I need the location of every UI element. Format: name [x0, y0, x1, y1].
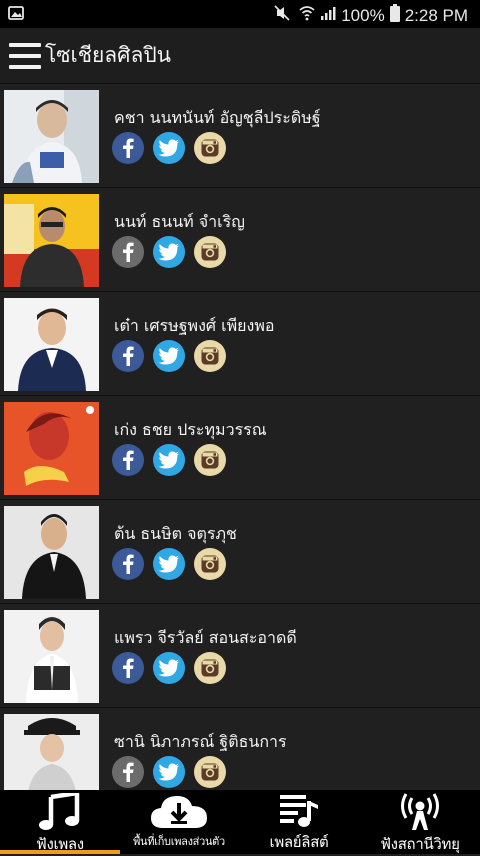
music-note-icon	[37, 793, 83, 831]
nav-personal-storage[interactable]: พื้นที่เก็บเพลงส่วนตัว	[120, 790, 238, 854]
instagram-button[interactable]	[194, 548, 226, 580]
twitter-button[interactable]	[153, 236, 185, 268]
twitter-icon	[158, 659, 179, 677]
instagram-icon	[201, 451, 219, 469]
facebook-icon	[123, 346, 134, 366]
facebook-icon	[123, 658, 134, 678]
twitter-icon	[158, 763, 179, 781]
artist-row[interactable]: คชา นนทนันท์ อัญชุลีประดิษฐ์	[0, 84, 480, 188]
facebook-icon	[123, 242, 134, 262]
twitter-button[interactable]	[153, 132, 185, 164]
facebook-button[interactable]	[112, 756, 144, 788]
artist-name: คชา นนทนันท์ อัญชุลีประดิษฐ์	[114, 108, 321, 127]
twitter-icon	[158, 243, 179, 261]
artist-photo	[4, 90, 99, 183]
artist-name: แพรว จีรวัลย์ สอนสะอาดดี	[114, 628, 297, 647]
facebook-icon	[123, 554, 134, 574]
battery-percent: 100%	[341, 5, 385, 25]
twitter-icon	[158, 555, 179, 573]
instagram-icon	[201, 347, 219, 365]
instagram-button[interactable]	[194, 444, 226, 476]
twitter-button[interactable]	[153, 340, 185, 372]
artist-row[interactable]: เต๋า เศรษฐพงศ์ เพียงพอ	[0, 292, 480, 396]
artist-name: เก่ง ธชย ประทุมวรรณ	[114, 420, 267, 439]
facebook-button[interactable]	[112, 548, 144, 580]
artist-photo	[4, 298, 99, 391]
nav-listen-music[interactable]: ฟังเพลง	[0, 790, 120, 854]
artist-name: ต้น ธนษิต จตุรภุช	[114, 524, 237, 543]
playlist-icon	[279, 793, 319, 829]
signal-icon	[320, 5, 336, 26]
artist-row[interactable]: แพรว จีรวัลย์ สอนสะอาดดี	[0, 604, 480, 708]
facebook-button[interactable]	[112, 340, 144, 372]
facebook-icon	[123, 138, 134, 158]
radio-tower-icon	[400, 793, 440, 831]
artist-name: เต๋า เศรษฐพงศ์ เพียงพอ	[114, 316, 275, 335]
facebook-button[interactable]	[112, 652, 144, 684]
gallery-notification-icon	[8, 5, 24, 26]
artist-row[interactable]: นนท์ ธนนท์ จำเริญ	[0, 188, 480, 292]
instagram-button[interactable]	[194, 652, 226, 684]
artist-name: นนท์ ธนนท์ จำเริญ	[114, 212, 245, 231]
artist-photo	[4, 714, 99, 790]
nav-label: พื้นที่เก็บเพลงส่วนตัว	[133, 835, 225, 848]
app-bar: โซเชียลศิลปิน	[0, 28, 480, 84]
twitter-icon	[158, 347, 179, 365]
twitter-button[interactable]	[153, 652, 185, 684]
instagram-icon	[201, 139, 219, 157]
nav-label: ฟังเพลง	[36, 835, 84, 853]
instagram-button[interactable]	[194, 756, 226, 788]
artist-photo	[4, 610, 99, 703]
facebook-button[interactable]	[112, 444, 144, 476]
twitter-icon	[158, 139, 179, 157]
battery-icon	[389, 4, 400, 27]
nav-radio-station[interactable]: ฟังสถานีวิทยุ	[360, 790, 480, 854]
mute-icon	[274, 5, 294, 26]
instagram-icon	[201, 659, 219, 677]
cloud-download-icon	[149, 793, 209, 831]
facebook-button[interactable]	[112, 132, 144, 164]
status-bar: 100% 2:28 PM	[0, 0, 480, 28]
page-title: โซเชียลศิลปิน	[45, 43, 172, 67]
facebook-icon	[123, 762, 134, 782]
instagram-icon	[201, 555, 219, 573]
twitter-button[interactable]	[153, 756, 185, 788]
twitter-icon	[158, 451, 179, 469]
nav-playlist[interactable]: เพลย์ลิสต์	[238, 790, 360, 854]
instagram-button[interactable]	[194, 132, 226, 164]
artist-photo	[4, 402, 99, 495]
instagram-button[interactable]	[194, 340, 226, 372]
twitter-button[interactable]	[153, 444, 185, 476]
nav-label: เพลย์ลิสต์	[269, 833, 329, 851]
artist-row[interactable]: ต้น ธนษิต จตุรภุช	[0, 500, 480, 604]
artist-row[interactable]: ซานิ นิภาภรณ์ ฐิติธนการ	[0, 708, 480, 790]
artist-photo	[4, 506, 99, 599]
menu-button[interactable]	[9, 42, 41, 69]
artist-list[interactable]: คชา นนทนันท์ อัญชุลีประดิษฐ์ นนท์ ธนนท์ …	[0, 84, 480, 790]
clock: 2:28 PM	[404, 5, 468, 25]
facebook-button[interactable]	[112, 236, 144, 268]
twitter-button[interactable]	[153, 548, 185, 580]
artist-photo	[4, 194, 99, 287]
artist-row[interactable]: เก่ง ธชย ประทุมวรรณ	[0, 396, 480, 500]
instagram-icon	[201, 763, 219, 781]
instagram-button[interactable]	[194, 236, 226, 268]
facebook-icon	[123, 450, 134, 470]
bottom-navigation: ฟังเพลง พื้นที่เก็บเพลงส่วนตัว เพลย์ลิสต…	[0, 790, 480, 854]
artist-name: ซานิ นิภาภรณ์ ฐิติธนการ	[114, 732, 287, 751]
wifi-icon	[299, 5, 315, 26]
nav-label: ฟังสถานีวิทยุ	[380, 835, 460, 853]
instagram-icon	[201, 243, 219, 261]
